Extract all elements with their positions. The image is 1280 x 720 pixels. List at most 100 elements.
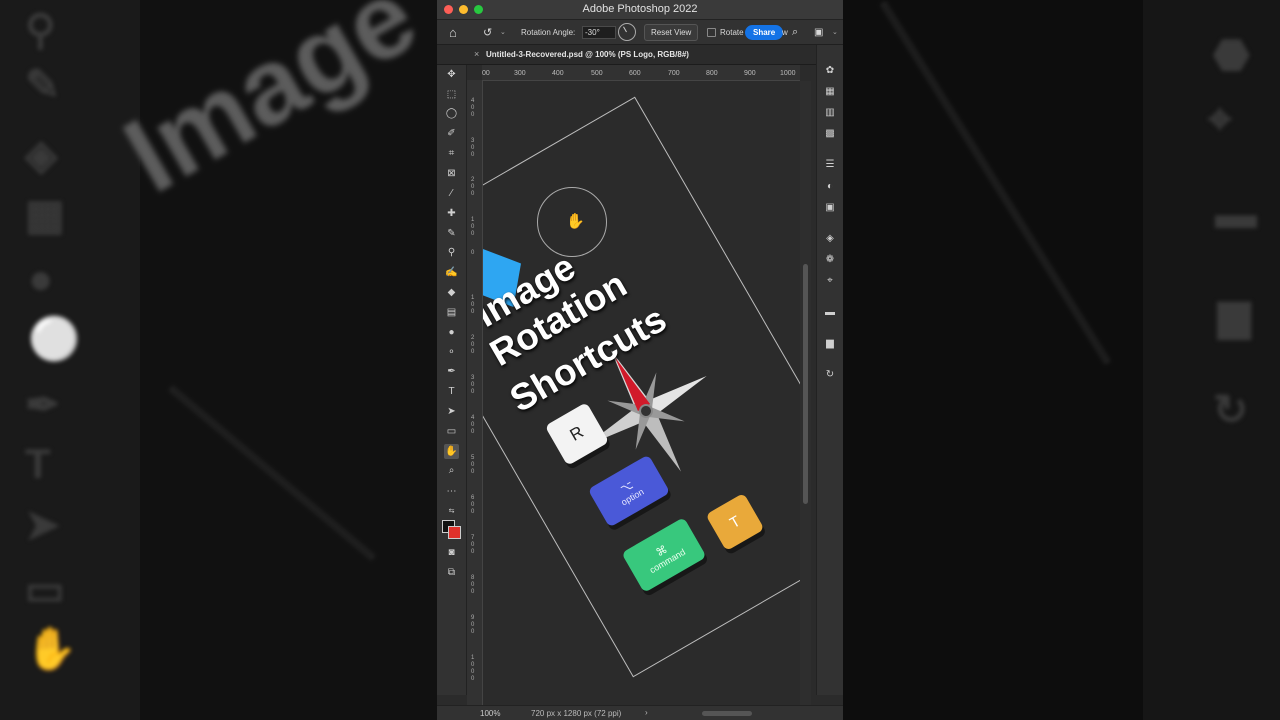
ruler-tick: 600 [629,70,641,77]
adjustments-panel-icon[interactable]: ◐ [823,179,837,193]
pen-tool-icon[interactable]: ✒ [444,364,459,379]
backdrop-edge [168,385,376,561]
ruler-tick: 300 [471,138,475,158]
backdrop-edge-right [880,1,1111,365]
rotation-dial[interactable] [618,23,636,41]
rotate-all-windows-checkbox[interactable] [707,27,716,37]
app-title: Adobe Photoshop 2022 [582,3,698,15]
ruler-tick: 0 [471,250,475,256]
gradients-panel-icon[interactable]: ▥ [823,105,837,119]
paths-panel-icon[interactable]: ⌖ [823,273,837,287]
reset-view-button[interactable]: Reset View [644,23,699,41]
ruler-tick: 300 [471,375,475,395]
rotate-view-cursor: ✋ [537,187,607,257]
crop-tool-icon[interactable]: ⌗ [444,146,459,161]
gradient-tool-icon[interactable]: ▤ [444,305,459,320]
hand-icon: ✋ [566,213,585,230]
left-backdrop: ⚲ ✎ ◈ ▦ ● ⚪ ✒ T ➤ ▭ ✋ Image Rotation Sho [0,0,437,720]
document-tab-bar: × Untitled-3-Recovered.psd @ 100% (PS Lo… [437,45,843,65]
close-tab-icon[interactable]: × [474,49,479,59]
path-selection-tool-icon[interactable]: ➤ [444,404,459,419]
tools-panel: » ✥ ⬚ ◯ ✐ ⌗ ⊠ ⁄ ✚ ✎ ⚲ ✍ ◆ ▤ ● ⚬ ✒ T ➤ ▭ … [437,45,467,695]
eraser-tool-icon[interactable]: ◆ [444,285,459,300]
backdrop-type-icon: T [25,440,51,487]
channels-panel-icon[interactable]: ❁ [823,252,837,266]
patterns-panel-icon[interactable]: ▩ [823,126,837,140]
eyedropper-tool-icon[interactable]: ⁄ [444,186,459,201]
ruler-tick: 200 [471,177,475,197]
share-button[interactable]: Share [745,24,784,40]
frame-tool-icon[interactable]: ⊠ [444,166,459,181]
document-canvas[interactable]: Image Rotation Shortcuts ✋ R ⌥ option ⌘ … [483,81,800,705]
healing-brush-tool-icon[interactable]: ✚ [444,206,459,221]
backdrop-gradient-icon: ▦ [25,191,65,238]
ruler-tick: 500 [591,70,603,77]
rotate-all-windows-label: Rotate [720,27,744,37]
rectangle-tool-icon[interactable]: ▭ [444,424,459,439]
ruler-tick: 100 [471,295,475,315]
clone-stamp-tool-icon[interactable]: ⚲ [444,245,459,260]
horizontal-scrollbar[interactable] [702,711,752,716]
ruler-tick: 400 [471,98,475,118]
background-color-swatch[interactable] [448,526,461,539]
lasso-tool-icon[interactable]: ◯ [444,106,459,121]
ruler-tick: 400 [471,415,475,435]
move-tool-icon[interactable]: ✥ [444,67,459,82]
rotate-view-tool-icon[interactable]: ↺ [483,20,492,44]
swatches-panel-icon[interactable]: ▦ [823,84,837,98]
tool-preset-chevron-icon[interactable]: ⌄ [500,20,506,44]
libraries-panel-icon[interactable]: ▣ [823,200,837,214]
document-tab[interactable]: Untitled-3-Recovered.psd @ 100% (PS Logo… [486,45,689,64]
backdrop-pen-icon: ✒ [25,381,61,428]
status-bar: 100% 720 px x 1280 px (72 ppi) › [437,705,843,720]
ruler-tick: 700 [471,535,475,555]
swap-colors-icon[interactable]: ⇆ [444,503,459,518]
ruler-tick: 800 [471,575,475,595]
ruler-tick: 700 [668,70,680,77]
backdrop-headline: Image Rotation Sho [105,0,438,215]
search-icon[interactable]: ⌕ [792,20,798,44]
zoom-tool-icon[interactable]: ⌕ [444,463,459,478]
comments-panel-icon[interactable]: ▬ [823,305,837,319]
ruler-tick: 300 [514,70,526,77]
rotation-angle-label: Rotation Angle: [521,27,576,37]
rotate-view-tool-icon-active[interactable]: ✋ [444,444,459,459]
backdrop-rect-icon: ▭ [25,566,65,613]
color-panel-icon[interactable]: ✿ [823,63,837,77]
document-info: 720 px x 1280 px (72 ppi) [531,709,622,718]
layers-panel-icon[interactable]: ◈ [823,231,837,245]
history-brush-tool-icon[interactable]: ✍ [444,265,459,280]
quick-mask-icon[interactable]: ◙ [444,545,459,560]
home-icon[interactable]: ⌂ [449,20,457,44]
ruler-tick: 900 [744,70,756,77]
rotation-angle-input[interactable] [582,25,616,39]
zoom-level[interactable]: 100% [480,709,500,718]
key-t-label: T [726,512,744,532]
more-tools-icon[interactable]: ⋯ [444,484,459,499]
ruler-tick: 600 [471,495,475,515]
workspace-icon[interactable]: ▣ [814,20,823,44]
actions-panel-icon[interactable]: ▆ [823,336,837,350]
ruler-tick: 100 [471,217,475,237]
vertical-scrollbar[interactable] [803,264,808,504]
ruler-tick: 200 [471,335,475,355]
backdrop-comment-icon: ▬ [1215,190,1257,237]
ruler-tick: 500 [471,455,475,475]
backdrop-history-icon: ↻ [1213,386,1249,433]
title-bar: Adobe Photoshop 2022 [437,0,843,20]
brush-tool-icon[interactable]: ✎ [444,226,459,241]
status-menu-chevron[interactable]: › [645,708,648,717]
backdrop-swatch-icon: ⬣ [1213,31,1250,78]
backdrop-hand-icon: ✋ [25,625,78,672]
backdrop-tool-icon: ▆ [1218,291,1251,338]
screen-mode-icon[interactable]: ⧉ [444,565,459,580]
properties-panel-icon[interactable]: ☰ [823,157,837,171]
dodge-tool-icon[interactable]: ⚬ [444,345,459,360]
blur-tool-icon[interactable]: ● [444,325,459,340]
history-panel-icon[interactable]: ↻ [823,367,837,381]
type-tool-icon[interactable]: T [444,384,459,399]
right-backdrop: ⬣ ⌖ ▬ ▆ ↻ [843,0,1280,720]
workspace-chevron-icon[interactable]: ⌄ [832,20,838,44]
quick-selection-tool-icon[interactable]: ✐ [444,126,459,141]
marquee-tool-icon[interactable]: ⬚ [444,87,459,102]
